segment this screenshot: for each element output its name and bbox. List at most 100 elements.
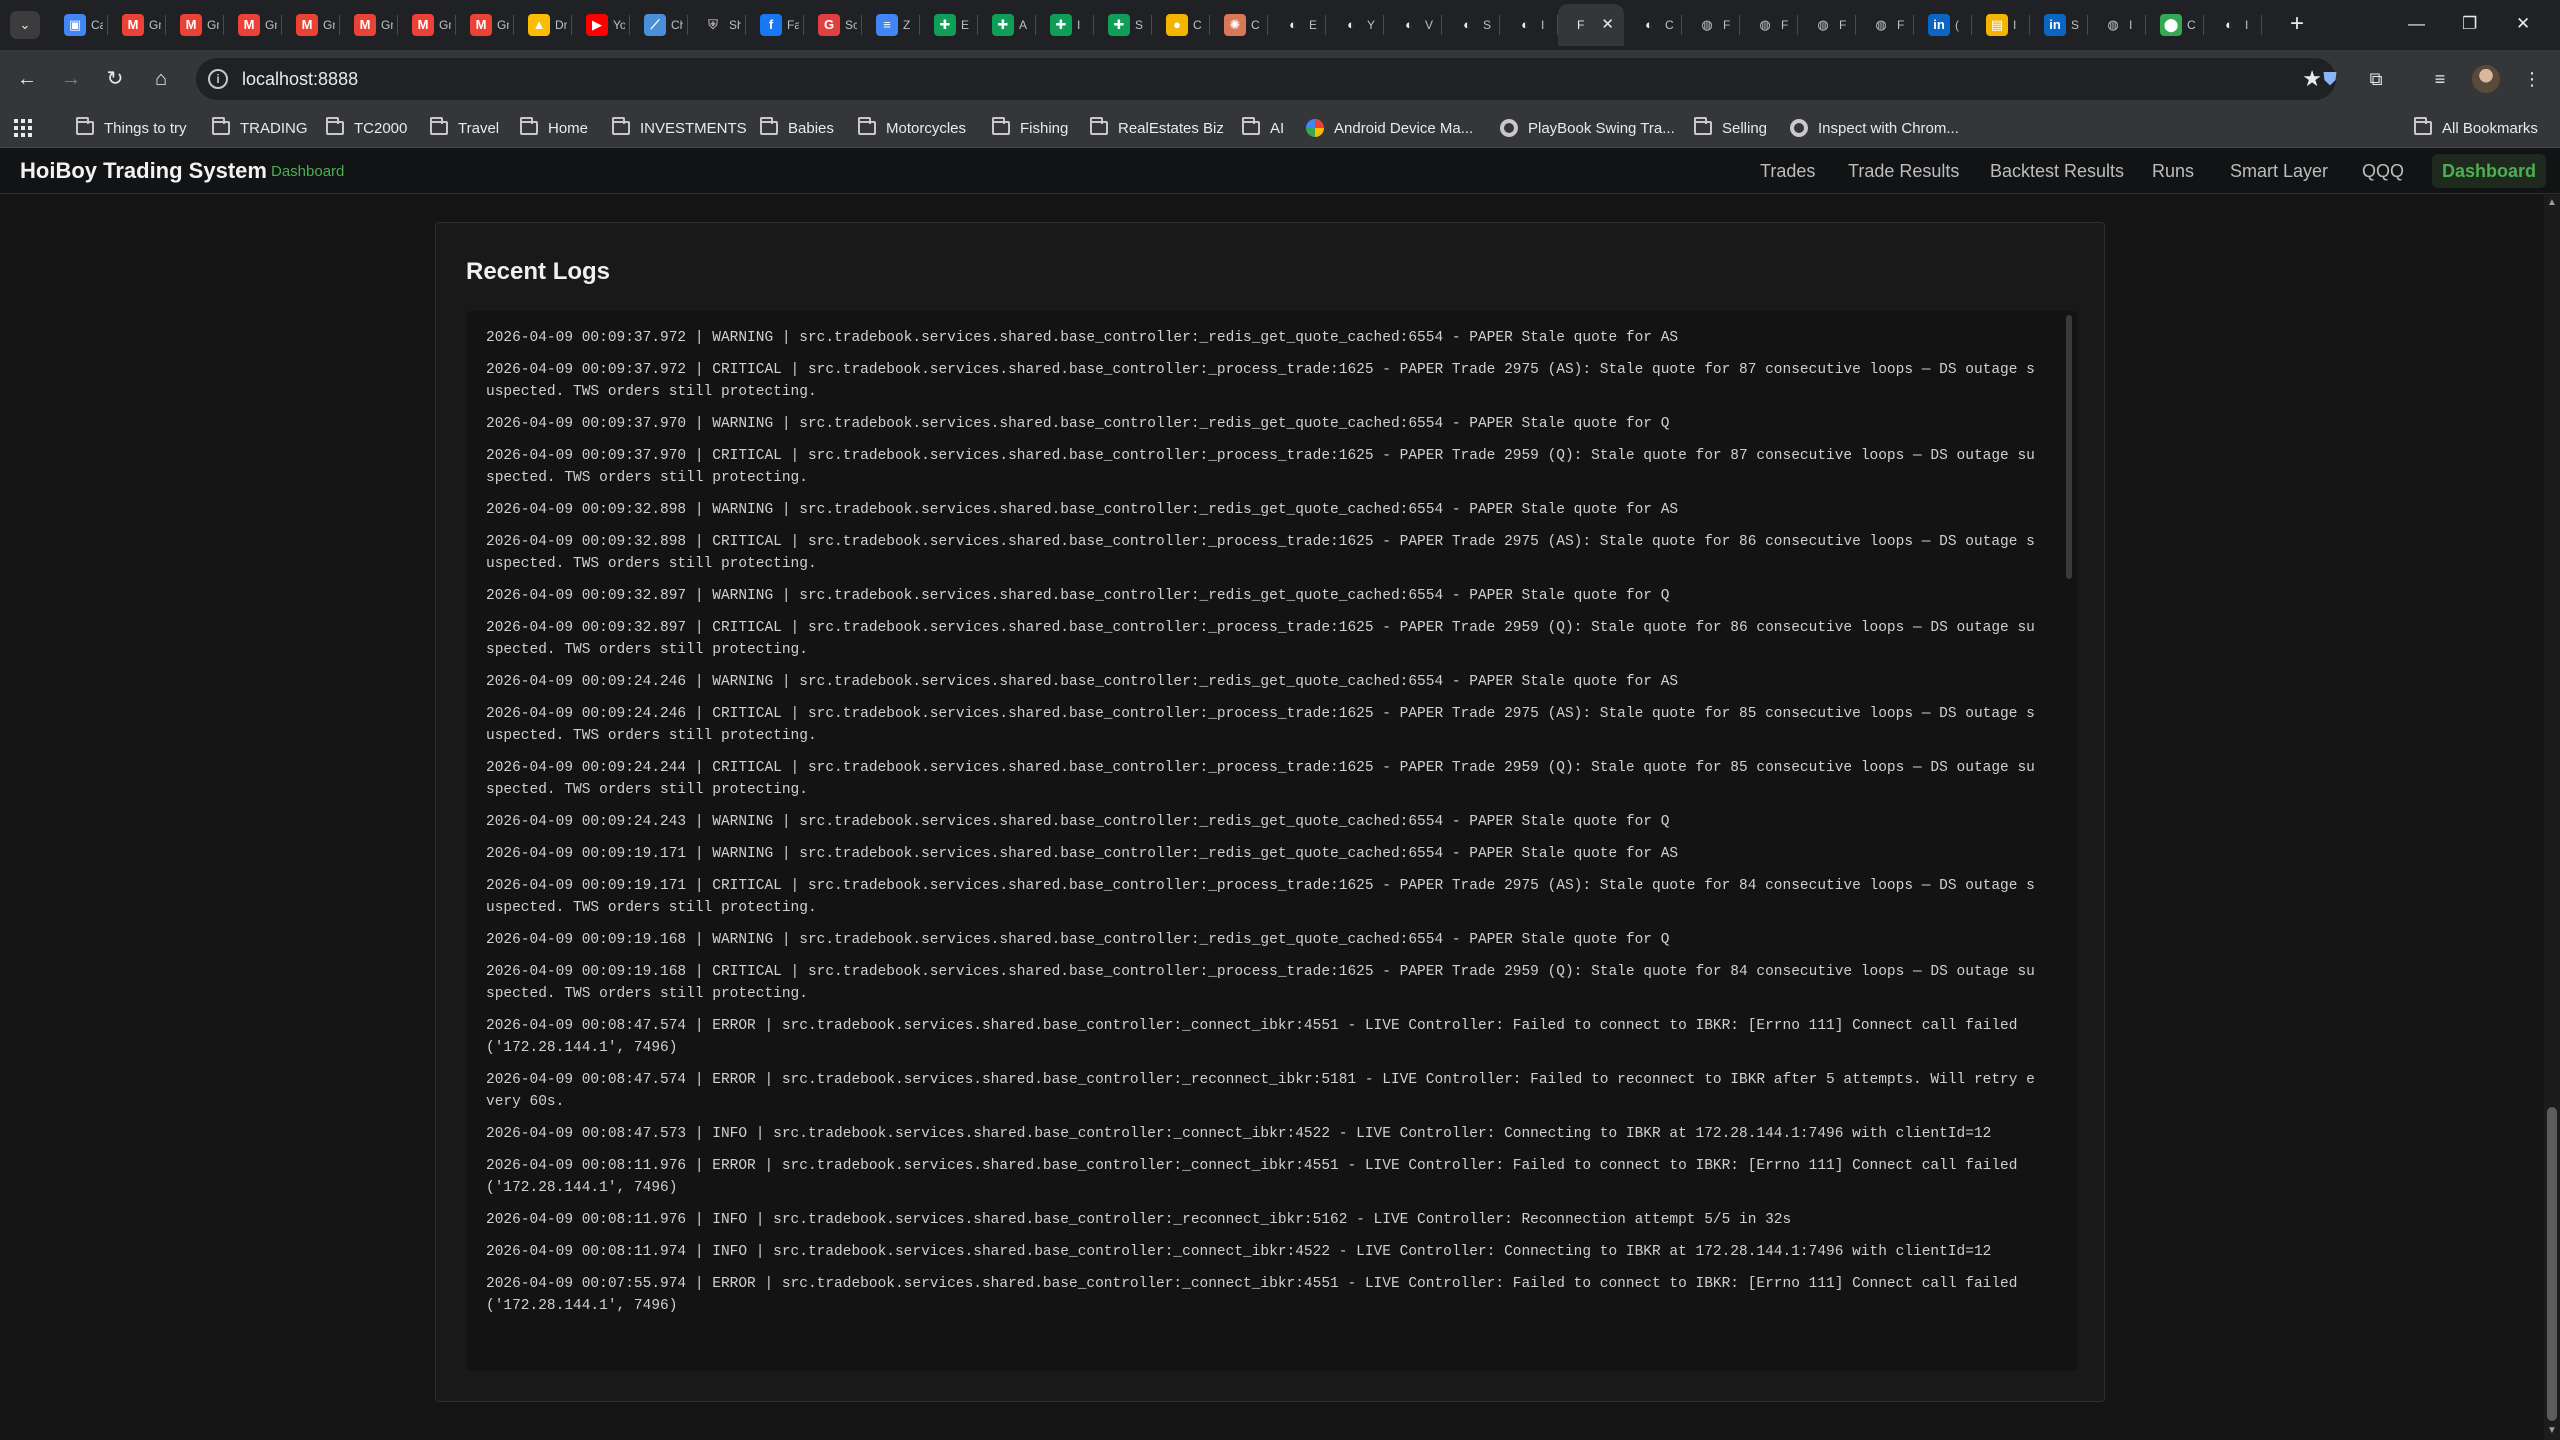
browser-tab[interactable]: M Gmail [166,4,224,46]
bookmark-item[interactable]: Motorcycles [858,116,966,140]
bookmark-item[interactable]: Babies [760,116,834,140]
password-manager-icon[interactable]: ⛊ [2316,64,2344,94]
browser-tab[interactable]: ⟋ Chart [630,4,688,46]
sheets-icon: ✚ [934,14,956,36]
browser-tab[interactable]: M Gmail [456,4,514,46]
bookmark-item[interactable]: INVESTMENTS [612,116,747,140]
browser-tab[interactable]: ◍ F [1682,4,1740,46]
apps-icon[interactable] [14,119,32,137]
app-brand[interactable]: HoiBoy Trading System [20,158,267,184]
all-bookmarks-folder[interactable]: All Bookmarks [2414,116,2538,140]
browser-tab[interactable]: ▲ Drive [514,4,572,46]
bookmark-item[interactable]: AI [1242,116,1284,140]
nav-runs[interactable]: Runs [2152,161,2194,181]
browser-tab[interactable]: ◍ F [1740,4,1798,46]
site-info-icon[interactable]: i [208,69,228,89]
browser-tab[interactable]: ✚ S [1094,4,1152,46]
bookmark-item[interactable]: Selling [1694,116,1767,140]
browser-tab[interactable]: ◐ I [1500,4,1558,46]
browser-tab[interactable]: ◐ Y [1326,4,1384,46]
bookmark-item[interactable]: TC2000 [326,116,407,140]
browser-tab[interactable]: ⬤ C [2146,4,2204,46]
browser-tab[interactable]: ✚ E [920,4,978,46]
nav-smart-layer[interactable]: Smart Layer [2230,161,2328,181]
tab-title: Gmail [207,18,219,32]
bookmark-item[interactable]: RealEstates Biz [1090,116,1224,140]
bookmark-label: Motorcycles [886,119,967,137]
extensions-icon[interactable]: ⧉ [2362,64,2390,94]
restore-icon[interactable]: ❐ [2462,10,2477,38]
browser-tab[interactable]: M Gmail [340,4,398,46]
browser-tab[interactable]: M Gmail [398,4,456,46]
bookmark-label: Home [548,119,589,137]
browser-tab[interactable]: ◐ V [1384,4,1442,46]
browser-tab[interactable]: ▤ I [1972,4,2030,46]
log-line: 2026-04-09 00:09:19.171 | CRITICAL | src… [486,878,2035,916]
scroll-down-icon[interactable]: ▼ [2547,1425,2557,1437]
browser-tab[interactable]: ≡ Z [862,4,920,46]
browser-tab[interactable]: ◐ C [1624,4,1682,46]
bookmark-item[interactable]: Home [520,116,588,140]
nav-backtest-results[interactable]: Backtest Results [1990,161,2124,181]
browser-tab[interactable]: ◐ E [1268,4,1326,46]
active-browser-tab[interactable]: F ✕ [1558,4,1624,46]
browser-tab[interactable]: ◍ F [1798,4,1856,46]
browser-tab[interactable]: M Gmail [108,4,166,46]
log-line: 2026-04-09 00:09:19.171 | WARNING | src.… [486,846,1679,862]
page-scrollbar[interactable]: ▲ ▼ [2544,195,2560,1440]
tab-search-button[interactable]: ⌄ [10,11,40,39]
browser-tab[interactable]: f Facebook [746,4,804,46]
browser-tab[interactable]: ✚ I [1036,4,1094,46]
new-tab-button[interactable]: + [2290,10,2304,38]
tab-title: Gmail [323,18,335,32]
browser-menu-icon[interactable]: ⋮ [2518,64,2546,94]
log-scrollbar-thumb[interactable] [2066,315,2072,579]
bookmark-label: RealEstates Biz [1118,119,1224,137]
close-tab-icon[interactable]: ✕ [1601,15,1614,35]
profile-avatar[interactable] [2472,65,2500,93]
browser-tab[interactable]: ◍ I [2088,4,2146,46]
tab-title: C [1665,18,1674,32]
nav-dashboard[interactable]: Dashboard [2432,154,2547,188]
back-button[interactable]: ← [12,64,42,94]
home-button[interactable]: ⌂ [146,64,176,94]
reload-button[interactable]: ↻ [100,64,130,94]
browser-tab[interactable]: in ( [1914,4,1972,46]
bookmark-item[interactable]: Inspect with Chrom... [1790,116,1959,140]
scroll-up-icon[interactable]: ▲ [2547,197,2557,209]
browser-tab[interactable]: ⛨ Shield [688,4,746,46]
browser-tab[interactable]: ✚ A [978,4,1036,46]
minimize-icon[interactable]: — [2408,10,2425,38]
browser-tab[interactable]: ✺ C [1210,4,1268,46]
close-window-icon[interactable]: ✕ [2516,10,2530,38]
github-icon: ◐ [1521,17,1529,32]
bookmark-item[interactable]: TRADING [212,116,308,140]
nav-qqq[interactable]: QQQ [2362,161,2404,181]
media-controls-icon[interactable]: ≡ [2426,64,2454,94]
browser-tab[interactable]: in S [2030,4,2088,46]
bookmark-item[interactable]: Android Device Ma... [1306,116,1473,140]
browser-tab[interactable]: ▣ Calendar [50,4,108,46]
browser-tab[interactable]: ◐ S [1442,4,1500,46]
forward-button[interactable]: → [56,64,86,94]
browser-tab[interactable]: ● C [1152,4,1210,46]
bookmark-item[interactable]: Fishing [992,116,1068,140]
tab-title: Shield [729,18,741,32]
page-scrollbar-thumb[interactable] [2547,1107,2557,1421]
browser-tab[interactable]: ▶ YouTube [572,4,630,46]
folder-icon [1694,117,1712,135]
browser-tab[interactable]: G Screener [804,4,862,46]
tab-title: I [2129,18,2133,32]
nav-trades[interactable]: Trades [1760,161,1815,181]
browser-tab[interactable]: ◍ F [1856,4,1914,46]
browser-tab[interactable]: M Gmail [224,4,282,46]
browser-tab[interactable]: M Gmail [282,4,340,46]
nav-trade-results[interactable]: Trade Results [1848,161,1959,181]
address-bar[interactable]: i localhost:8888 ★ [196,58,2336,100]
log-viewer[interactable]: 2026-04-09 00:09:37.972 | WARNING | src.… [466,311,2078,1371]
bookmark-item[interactable]: PlayBook Swing Tra... [1500,116,1675,140]
bookmark-item[interactable]: Travel [430,116,499,140]
facebook-icon: f [760,14,782,36]
browser-tab[interactable]: ◐ I [2204,4,2262,46]
bookmark-item[interactable]: Things to try [76,116,187,140]
